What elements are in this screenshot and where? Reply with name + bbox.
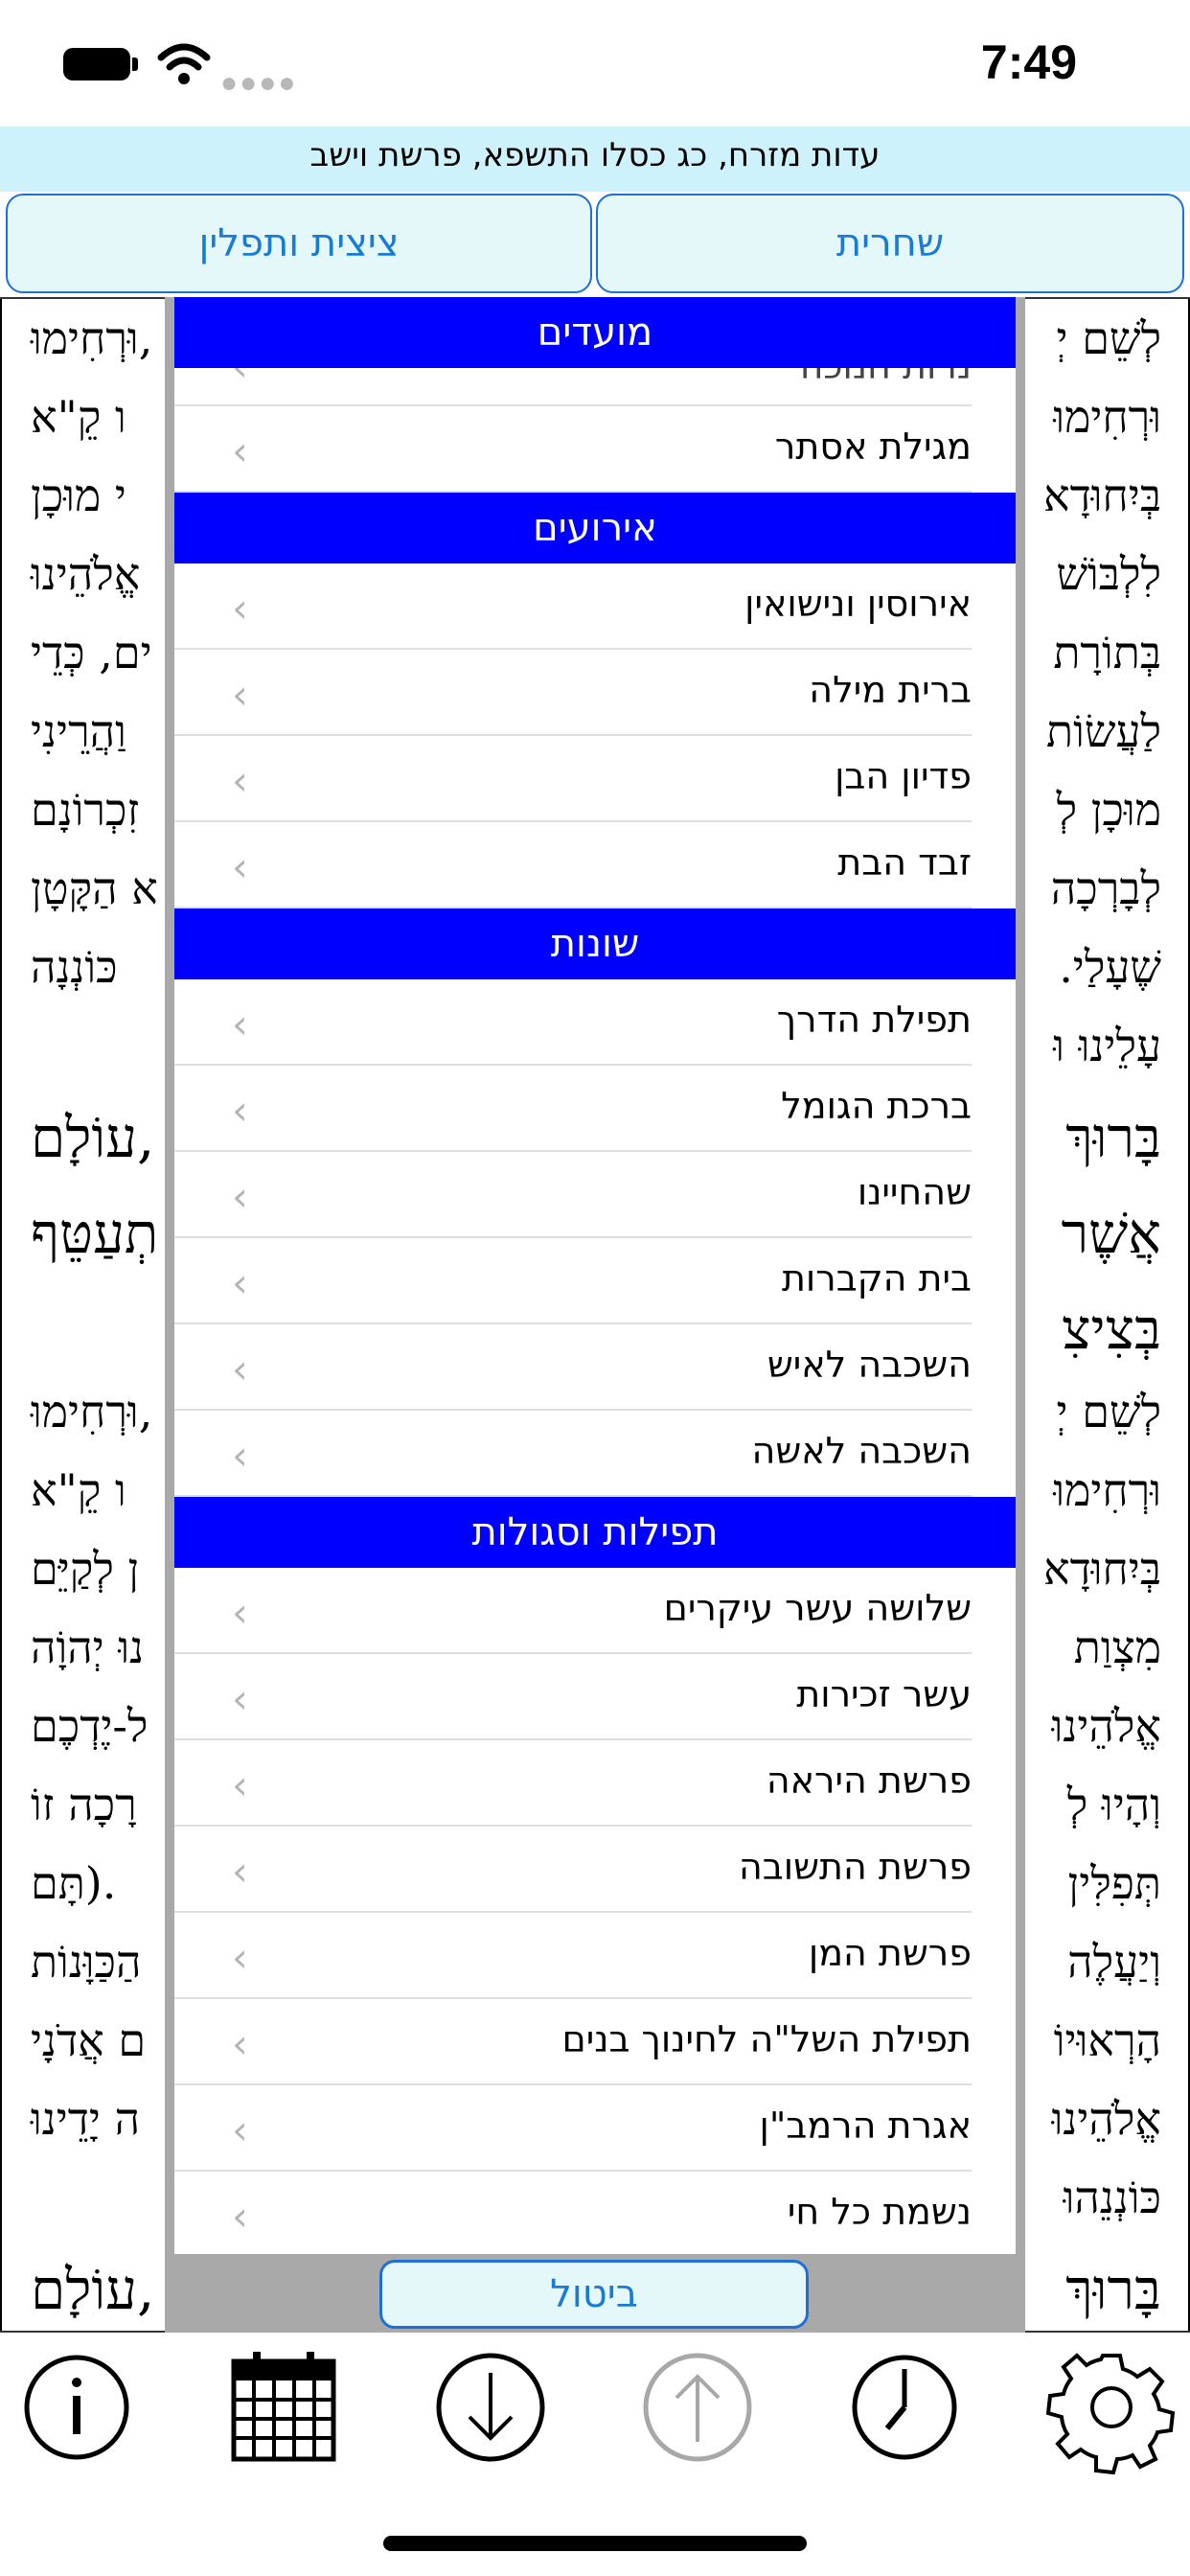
battery-cap [132, 58, 138, 71]
chevron-left-icon: ‹ [232, 1259, 248, 1306]
chevron-left-icon: ‹ [232, 2020, 248, 2067]
clock-icon[interactable] [837, 2340, 972, 2474]
status-bar: ●●●● 7:49 [0, 0, 1190, 126]
chevron-left-icon: ‹ [232, 2106, 248, 2153]
home-indicator [383, 2536, 807, 2551]
chevron-left-icon: ‹ [232, 2193, 248, 2240]
menu-item-label: עשר זכירות [796, 1673, 972, 1715]
menu-item-label: ברכת הגומל [781, 1085, 972, 1127]
chevron-left-icon: ‹ [232, 757, 248, 804]
menu-item-label: השכבה לאשה [751, 1430, 972, 1472]
menu-item[interactable]: פרשת היראה ‹ [174, 1740, 972, 1827]
menu-item-label: השכבה לאיש [767, 1344, 972, 1386]
chevron-left-icon: ‹ [232, 1675, 248, 1722]
chevron-left-icon: ‹ [232, 585, 248, 632]
date-bar: עדות מזרח, כג כסלו התשפא, פרשת וישב [0, 126, 1190, 192]
menu-item-label: מגילת אסתר [774, 426, 972, 468]
menu-item-label: אגרת הרמב"ן [759, 2104, 972, 2147]
chevron-left-icon: ‹ [232, 1000, 248, 1047]
signal-icon: ●●●● [220, 67, 298, 99]
chevron-left-icon: ‹ [232, 1589, 248, 1636]
menu-item-label: ברית מילה [809, 669, 972, 711]
menu-item[interactable]: אגרת הרמב"ן ‹ [174, 2085, 972, 2172]
chevron-left-icon: ‹ [232, 1761, 248, 1808]
menu-item-label: פדיון הבן [835, 755, 972, 797]
menu-item[interactable]: נשמת כל חי ‹ [174, 2172, 972, 2254]
menu-item[interactable]: שלושה עשר עיקרים ‹ [174, 1568, 972, 1654]
tab-shacharit[interactable]: שחרית [596, 194, 1184, 293]
menu-item-label: פרשת היראה [766, 1760, 972, 1802]
prayer-text-right-column: לְשֵׁם יְ וּרְחִימוּ בְּיִחוּדָא לִלְבּוֹשׁ… [998, 299, 1190, 2331]
menu-item-label: תפילת השל"ה לחינוך בנים [561, 2018, 972, 2060]
menu-item[interactable]: אירוסין ונישואין ‹ [174, 564, 972, 650]
chevron-left-icon: ‹ [232, 1432, 248, 1479]
menu-item[interactable]: השכבה לאיש ‹ [174, 1324, 972, 1411]
info-icon[interactable] [10, 2340, 144, 2474]
menu-item[interactable]: זבד הבת ‹ [174, 822, 972, 908]
menu-item-label: אירוסין ונישואין [744, 583, 972, 625]
calendar-icon[interactable] [217, 2340, 351, 2474]
menu-item[interactable]: פרשת המן ‹ [174, 1913, 972, 1999]
arrow-up-icon[interactable] [630, 2340, 765, 2474]
menu-item-label: נשמת כל חי [787, 2191, 972, 2233]
menu-item[interactable]: מגילת אסתר ‹ [174, 406, 972, 493]
menu-item-label: שלושה עשר עיקרים [663, 1587, 972, 1629]
menu-item-label: בית הקברות [781, 1257, 972, 1300]
menu-item[interactable]: השכבה לאשה ‹ [174, 1411, 972, 1497]
chevron-left-icon: ‹ [232, 368, 248, 390]
chevron-left-icon: ‹ [232, 671, 248, 718]
chevron-left-icon: ‹ [232, 1934, 248, 1981]
gear-icon[interactable] [1044, 2340, 1179, 2474]
menu-item[interactable]: ברכת הגומל ‹ [174, 1066, 972, 1152]
menu-item-label: נרות חנוכה [800, 368, 972, 387]
cancel-button[interactable]: ביטול [379, 2260, 809, 2329]
date-text: עדות מזרח, כג כסלו התשפא, פרשת וישב [309, 136, 881, 174]
menu-item-label: תפילת הדרך [776, 999, 972, 1041]
menu-list[interactable]: מועדיםנרות חנוכה‹מגילת אסתר‹אירועיםאירוס… [174, 297, 1016, 2254]
section-header: אירועים [174, 493, 1016, 564]
battery-icon [63, 48, 130, 80]
chevron-left-icon: ‹ [232, 1346, 248, 1392]
chevron-left-icon: ‹ [232, 843, 248, 890]
menu-item-label: זבד הבת [837, 841, 972, 884]
chevron-left-icon: ‹ [232, 1848, 248, 1895]
chevron-left-icon: ‹ [232, 1173, 248, 1220]
menu-item-label: פרשת התשובה [738, 1846, 972, 1888]
status-time: 7:49 [980, 35, 1077, 89]
menu-item[interactable]: פדיון הבן ‹ [174, 736, 972, 822]
section-header: שונות [174, 908, 1016, 979]
menu-item-label: שהחיינו [857, 1171, 972, 1213]
menu-item[interactable]: ברית מילה ‹ [174, 650, 972, 736]
menu-sheet: מועדיםנרות חנוכה‹מגילת אסתר‹אירועיםאירוס… [165, 297, 1025, 2333]
section-header: תפילות וסגולות [174, 1497, 1016, 1568]
menu-item-label: פרשת המן [808, 1932, 972, 1974]
chevron-left-icon: ‹ [232, 1087, 248, 1134]
menu-item[interactable]: פרשת התשובה ‹ [174, 1827, 972, 1913]
menu-item[interactable]: נרות חנוכה ‹ [174, 368, 972, 406]
section-header: מועדים [174, 297, 1016, 368]
tab-tzitzit-tefillin[interactable]: ציצית ותפלין [6, 194, 592, 293]
menu-item[interactable]: שהחיינו ‹ [174, 1152, 972, 1238]
menu-item[interactable]: בית הקברות ‹ [174, 1238, 972, 1324]
menu-item[interactable]: עשר זכירות ‹ [174, 1654, 972, 1740]
chevron-left-icon: ‹ [232, 427, 248, 474]
menu-item[interactable]: תפילת השל"ה לחינוך בנים ‹ [174, 1999, 972, 2085]
menu-item[interactable]: תפילת הדרך ‹ [174, 979, 972, 1066]
arrow-down-icon[interactable] [423, 2340, 558, 2474]
wifi-icon [157, 43, 211, 84]
bottom-toolbar [0, 2333, 1190, 2476]
